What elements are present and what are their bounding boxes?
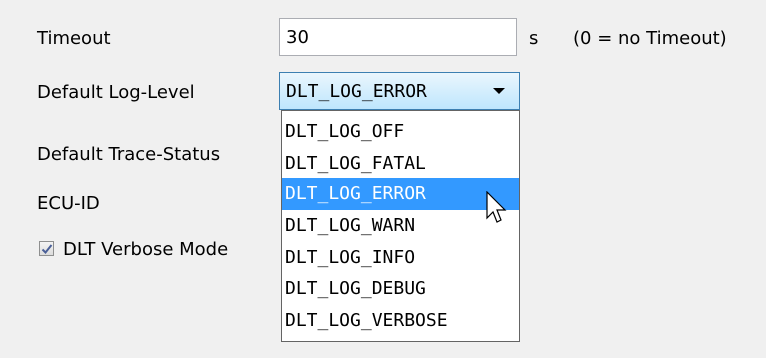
mouse-cursor-icon — [486, 191, 507, 223]
timeout-label: Timeout — [37, 28, 111, 49]
dropdown-option-error[interactable]: DLT_LOG_ERROR — [282, 178, 519, 210]
log-level-value: DLT_LOG_ERROR — [286, 81, 427, 102]
trace-status-label: Default Trace-Status — [37, 144, 221, 165]
settings-panel: Timeout 30 s (0 = no Timeout) Default Lo… — [0, 0, 766, 358]
checkmark-icon — [41, 244, 53, 254]
timeout-unit: s — [529, 28, 539, 49]
timeout-input[interactable]: 30 — [279, 18, 517, 56]
log-level-dropdown-list: DLT_LOG_OFF DLT_LOG_FATAL DLT_LOG_ERROR … — [281, 110, 520, 342]
chevron-down-icon[interactable] — [493, 88, 505, 94]
dropdown-option-off[interactable]: DLT_LOG_OFF — [282, 116, 519, 148]
dropdown-option-debug[interactable]: DLT_LOG_DEBUG — [282, 273, 519, 305]
timeout-hint: (0 = no Timeout) — [573, 28, 727, 49]
dropdown-option-fatal[interactable]: DLT_LOG_FATAL — [282, 148, 519, 180]
verbose-mode-checkbox[interactable] — [39, 241, 54, 256]
verbose-mode-label[interactable]: DLT Verbose Mode — [63, 239, 228, 260]
log-level-combobox[interactable]: DLT_LOG_ERROR — [279, 72, 520, 110]
dropdown-option-verbose[interactable]: DLT_LOG_VERBOSE — [282, 305, 519, 337]
dropdown-option-info[interactable]: DLT_LOG_INFO — [282, 242, 519, 274]
log-level-label: Default Log-Level — [37, 82, 195, 103]
ecu-id-label: ECU-ID — [37, 193, 100, 214]
dropdown-option-warn[interactable]: DLT_LOG_WARN — [282, 210, 519, 242]
